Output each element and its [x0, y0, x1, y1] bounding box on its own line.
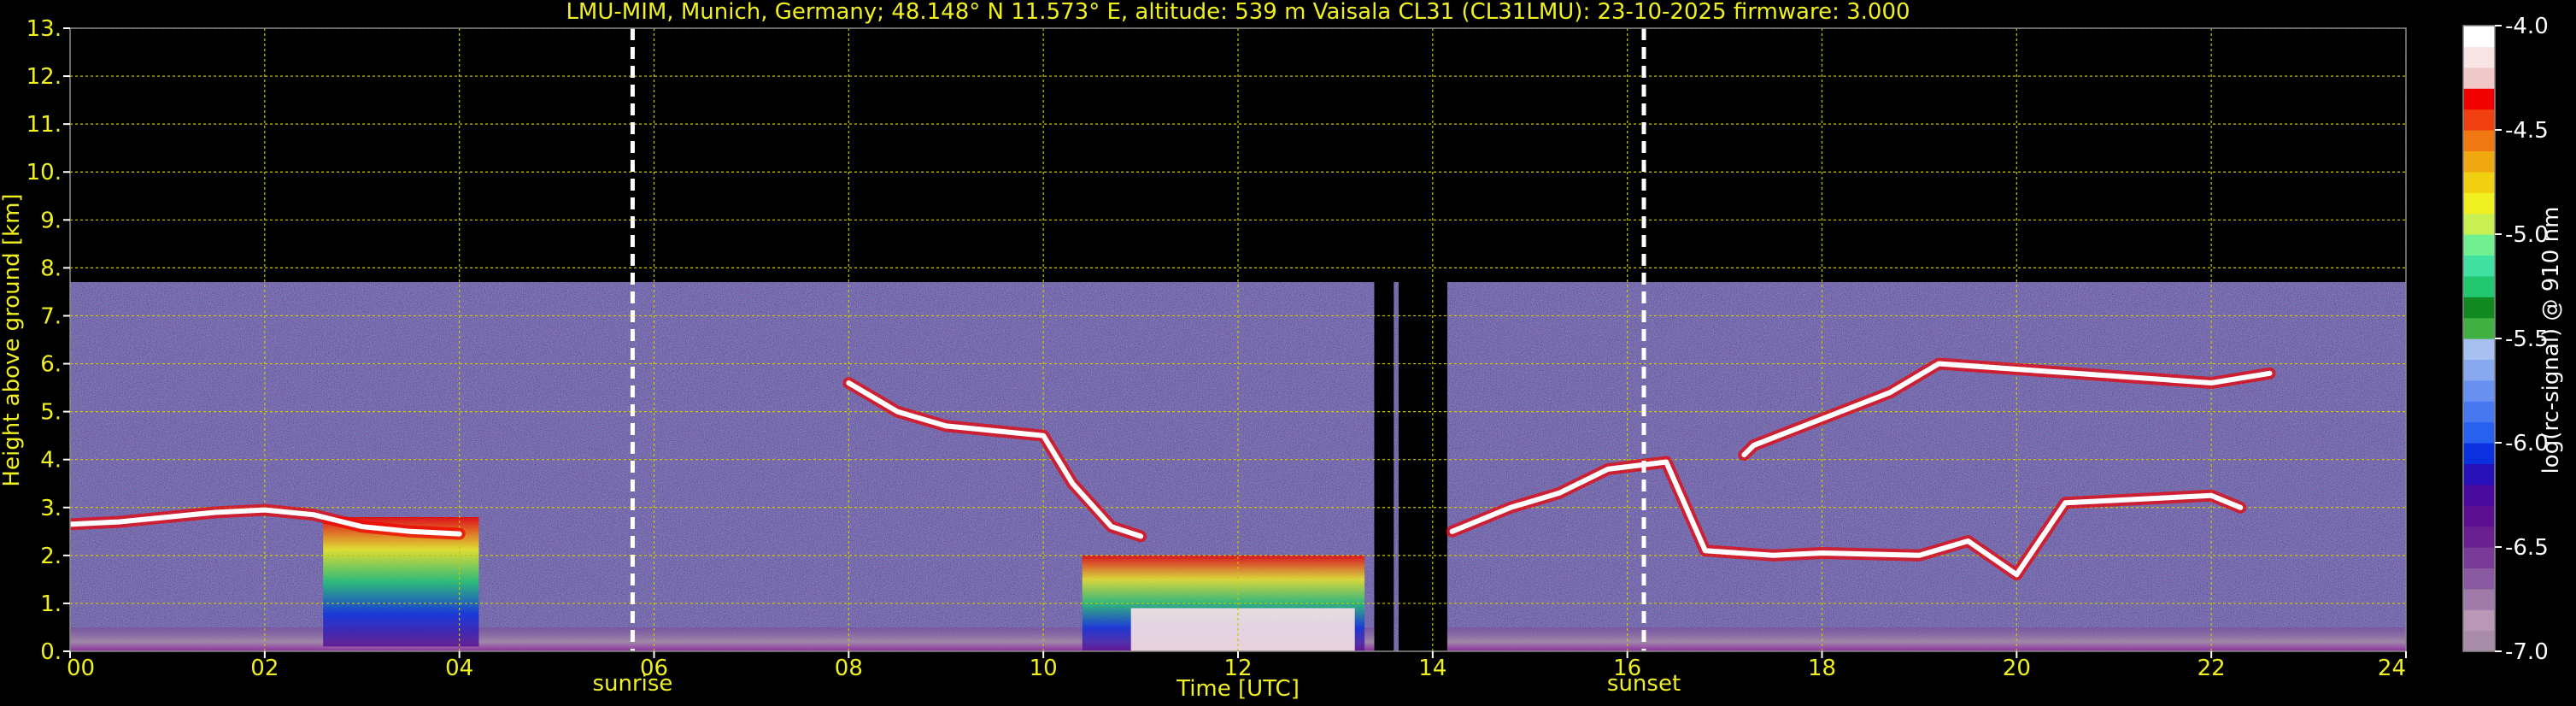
colorbar-segment	[2463, 213, 2495, 235]
colorbar-segment	[2463, 401, 2495, 423]
colorbar-segment	[2463, 275, 2495, 297]
colorbar-segment	[2463, 46, 2495, 68]
colorbar-segment	[2463, 421, 2495, 444]
y-tick-label: 0.	[40, 639, 62, 665]
colorbar-segment	[2463, 317, 2495, 339]
colorbar: -4.0-4.5-5.0-5.5-6.0-6.5-7.0	[2462, 14, 2549, 665]
noise-speckle	[1446, 282, 2406, 651]
colorbar-segment	[2463, 67, 2495, 89]
x-tick-label: 02	[250, 656, 279, 681]
colorbar-tick-label: -7.0	[2505, 639, 2549, 665]
colorbar-segment	[2463, 359, 2495, 381]
y-tick-label: 3.	[40, 496, 62, 521]
x-tick-label: 00	[67, 656, 95, 681]
colorbar-segment	[2463, 609, 2495, 632]
colorbar-tick-label: -6.5	[2505, 535, 2549, 561]
y-tick-label: 10.	[26, 160, 62, 185]
x-tick-label: 10	[1030, 656, 1058, 681]
colorbar-segment	[2463, 630, 2495, 652]
noise-speckle	[1394, 282, 1399, 651]
colorbar-segment	[2463, 547, 2495, 568]
data-gap	[1398, 282, 1447, 651]
y-tick-label: 8.	[40, 256, 62, 281]
chart-title: LMU-MIM, Munich, Germany; 48.148° N 11.5…	[566, 0, 1910, 25]
colorbar-segment	[2463, 297, 2495, 319]
data-gap	[1374, 282, 1394, 651]
colorbar-segment	[2463, 171, 2495, 193]
surface-aerosol-layer	[1446, 627, 2406, 651]
x-tick-label: 20	[2003, 656, 2031, 681]
y-tick-label: 12.	[26, 64, 62, 90]
x-tick-label: 08	[835, 656, 863, 681]
y-tick-label: 2.	[40, 544, 62, 569]
colorbar-segment	[2463, 150, 2495, 173]
y-tick-label: 13.	[26, 16, 62, 42]
colorbar-segment	[2463, 463, 2495, 485]
midday-saturation	[1130, 608, 1355, 651]
colorbar-segment	[2463, 505, 2495, 527]
colorbar-segment	[2463, 588, 2495, 610]
x-tick-label: 06	[640, 656, 668, 681]
y-tick-label: 11.	[26, 112, 62, 138]
colorbar-segment	[2463, 88, 2495, 110]
colorbar-segment	[2463, 26, 2495, 47]
colorbar-segment	[2463, 338, 2495, 360]
colorbar-tick-label: -4.5	[2505, 118, 2549, 144]
colorbar-segment	[2463, 484, 2495, 506]
x-tick-label: 14	[1418, 656, 1446, 681]
colorbar-segment	[2463, 379, 2495, 402]
plot-area	[70, 28, 2406, 651]
x-tick-label: 04	[445, 656, 473, 681]
colorbar-segment	[2463, 109, 2495, 131]
x-tick-label: 16	[1613, 656, 1641, 681]
x-tick-label: 24	[2378, 656, 2406, 681]
y-tick-label: 1.	[40, 591, 62, 617]
y-tick-label: 4.	[40, 448, 62, 474]
colorbar-segment	[2463, 568, 2495, 590]
x-axis-label: Time [UTC]	[1176, 676, 1300, 702]
y-axis-label: Height above ground [km]	[0, 193, 25, 486]
colorbar-segment	[2463, 234, 2495, 256]
colorbar-segment	[2463, 192, 2495, 215]
colorbar-segment	[2463, 526, 2495, 548]
colorbar-segment	[2463, 443, 2495, 464]
y-tick-label: 6.	[40, 352, 62, 378]
colorbar-tick-label: -4.0	[2505, 14, 2549, 39]
colorbar-segment	[2463, 255, 2495, 277]
y-tick-label: 7.	[40, 303, 62, 329]
x-tick-label: 18	[1808, 656, 1836, 681]
colorbar-segment	[2463, 130, 2495, 151]
ceilometer-chart: LMU-MIM, Munich, Germany; 48.148° N 11.5…	[0, 0, 2564, 702]
colorbar-label: log(rc-signal) @ 910 nm	[2538, 207, 2564, 474]
y-tick-label: 5.	[40, 400, 62, 426]
x-tick-label: 22	[2198, 656, 2226, 681]
y-tick-label: 9.	[40, 208, 62, 233]
